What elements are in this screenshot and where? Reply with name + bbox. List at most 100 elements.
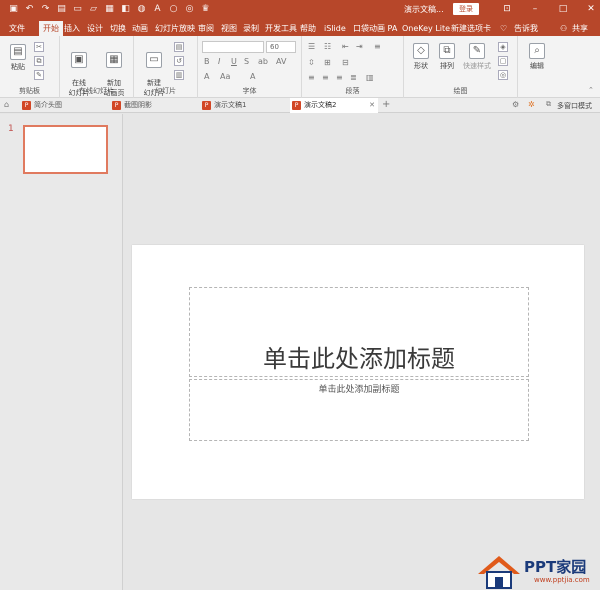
quick-styles-button[interactable]: ✎ 快速样式 xyxy=(460,43,494,71)
print-icon[interactable]: ▦ xyxy=(104,3,115,15)
new-icon[interactable]: ▭ xyxy=(72,3,83,15)
tab-new-tab[interactable]: 新建选项卡 xyxy=(451,21,491,36)
doc-tab[interactable]: P 截图阴影 xyxy=(110,98,198,113)
house-logo-icon xyxy=(478,556,520,589)
crown-icon[interactable]: ♛ xyxy=(200,3,211,15)
collapse-ribbon-icon[interactable]: ⌃ xyxy=(588,86,594,94)
share-button[interactable]: 共享 xyxy=(572,21,588,36)
align-center-icon[interactable]: ≡ xyxy=(322,73,329,82)
cut-icon[interactable]: ✂ xyxy=(34,42,44,52)
line-spacing-icon[interactable]: ≡ xyxy=(374,42,381,51)
ribbon-display-icon[interactable]: ⊡ xyxy=(500,3,514,15)
shapes-button[interactable]: ◇ 形状 xyxy=(408,43,434,71)
quick-styles-icon: ✎ xyxy=(469,43,485,59)
shape-outline-icon[interactable]: ▢ xyxy=(498,56,508,66)
online-slides-icon: ▣ xyxy=(71,52,87,68)
tab-view[interactable]: 视图 xyxy=(221,21,237,36)
format-icon[interactable]: ◎ xyxy=(184,3,195,15)
font-size-field[interactable]: 60 xyxy=(266,41,296,53)
text-icon[interactable]: A xyxy=(152,3,163,15)
slide-thumbnail[interactable] xyxy=(23,125,108,174)
new-tab-icon[interactable]: + xyxy=(382,99,390,110)
presenter-icon[interactable]: ▤ xyxy=(56,3,67,15)
arrange-button[interactable]: ⧉ 排列 xyxy=(434,43,460,71)
justify-icon[interactable]: ≣ xyxy=(350,73,357,82)
title-placeholder[interactable]: 单击此处添加标题 xyxy=(189,287,529,377)
increase-indent-icon[interactable]: ⇥ xyxy=(356,42,363,51)
editing-button[interactable]: ⌕ 编辑 xyxy=(524,43,550,71)
window-controls: ⊡ – □ ✕ xyxy=(500,3,598,15)
maximize-icon[interactable]: □ xyxy=(556,3,570,15)
tab-record[interactable]: 录制 xyxy=(243,21,259,36)
document-tabs: ⌂ P 简介头图 P 截图阴影 P 演示文稿1 P 演示文稿2 ✕ + ⚙ ✲ … xyxy=(0,98,600,113)
share-icon[interactable]: ⚇ xyxy=(560,21,567,36)
change-case-button[interactable]: Aa xyxy=(220,72,230,81)
grow-font-button[interactable]: A xyxy=(250,72,255,81)
char-spacing-button[interactable]: AV xyxy=(276,57,286,66)
tell-me[interactable]: 告诉我 xyxy=(514,21,538,36)
subtitle-placeholder[interactable]: 单击此处添加副标题 xyxy=(189,379,529,441)
bold-button[interactable]: B xyxy=(204,57,210,66)
text-direction-icon[interactable]: ⇳ xyxy=(308,58,315,67)
close-tab-icon[interactable]: ✕ xyxy=(369,98,375,113)
doc-tab[interactable]: P 简介头图 xyxy=(20,98,108,113)
align-right-icon[interactable]: ≡ xyxy=(336,73,343,82)
slide-canvas[interactable]: 单击此处添加标题 单击此处添加副标题 xyxy=(132,245,584,499)
decrease-indent-icon[interactable]: ⇤ xyxy=(342,42,349,51)
font-color-button[interactable]: A xyxy=(204,72,209,81)
numbering-icon[interactable]: ☷ xyxy=(324,42,331,51)
doc-tab[interactable]: P 演示文稿1 xyxy=(200,98,288,113)
doc-tab-active[interactable]: P 演示文稿2 ✕ xyxy=(290,98,378,113)
group-drawing: ◇ 形状 ⧉ 排列 ✎ 快速样式 ◈ ▢ ◎ 绘图 xyxy=(404,36,518,98)
tab-pocket-animation[interactable]: 口袋动画 PA xyxy=(353,21,397,36)
tab-transitions[interactable]: 切换 xyxy=(110,21,126,36)
smartart-icon[interactable]: ⊟ xyxy=(342,58,349,67)
tab-islide[interactable]: iSlide xyxy=(324,21,346,36)
minimize-icon[interactable]: – xyxy=(528,3,542,15)
quick-access-toolbar: ▣ ↶ ↷ ▤ ▭ ▱ ▦ ◧ ◍ A ○ ◎ ♛ xyxy=(8,3,211,15)
shape-fill-icon[interactable]: ◈ xyxy=(498,42,508,52)
close-icon[interactable]: ✕ xyxy=(584,3,598,15)
multi-window-label[interactable]: 多窗口模式 xyxy=(557,101,592,111)
fill-icon[interactable]: ◍ xyxy=(136,3,147,15)
tab-slideshow[interactable]: 幻灯片放映 xyxy=(155,21,195,36)
align-text-icon[interactable]: ⊞ xyxy=(324,58,331,67)
reset-icon[interactable]: ↺ xyxy=(174,56,184,66)
shadow-button[interactable]: ab xyxy=(258,57,268,66)
tab-onekey-lite[interactable]: OneKey Lite xyxy=(402,21,450,36)
tab-help[interactable]: 帮助 xyxy=(300,21,316,36)
login-button[interactable]: 登录 xyxy=(453,3,479,15)
lightbulb-icon[interactable]: ♡ xyxy=(500,21,507,36)
columns-icon[interactable]: ▥ xyxy=(366,73,374,82)
layout-icon[interactable]: ▤ xyxy=(174,42,184,52)
tab-settings-icon[interactable]: ⚙ xyxy=(512,100,519,109)
strikethrough-button[interactable]: S xyxy=(244,57,249,66)
font-name-field[interactable] xyxy=(202,41,264,53)
align-left-icon[interactable]: ≡ xyxy=(308,73,315,82)
copy-icon[interactable]: ⧉ xyxy=(34,56,44,66)
format-painter-icon[interactable]: ✎ xyxy=(34,70,44,80)
paste-button[interactable]: ▤ 粘贴 xyxy=(5,44,31,72)
tab-animations[interactable]: 动画 xyxy=(132,21,148,36)
home-tab-icon[interactable]: ⌂ xyxy=(4,100,9,109)
shape-icon[interactable]: ◧ xyxy=(120,3,131,15)
undo-icon[interactable]: ↶ xyxy=(24,3,35,15)
tab-review[interactable]: 审阅 xyxy=(198,21,214,36)
tab-file[interactable]: 文件 xyxy=(9,21,25,36)
multi-window-icon[interactable]: ⧉ xyxy=(546,100,551,109)
shape-effects-icon[interactable]: ◎ xyxy=(498,70,508,80)
bullets-icon[interactable]: ☰ xyxy=(308,42,315,51)
save-icon[interactable]: ▣ xyxy=(8,3,19,15)
tab-home[interactable]: 开始 xyxy=(39,21,63,36)
circle-icon[interactable]: ○ xyxy=(168,3,179,15)
underline-button[interactable]: U xyxy=(231,57,237,66)
redo-icon[interactable]: ↷ xyxy=(40,3,51,15)
italic-button[interactable]: I xyxy=(218,57,220,66)
tab-design[interactable]: 设计 xyxy=(87,21,103,36)
tab-insert[interactable]: 插入 xyxy=(64,21,80,36)
section-icon[interactable]: ▥ xyxy=(174,70,184,80)
gear-icon[interactable]: ✲ xyxy=(528,100,535,109)
open-icon[interactable]: ▱ xyxy=(88,3,99,15)
tab-developer[interactable]: 开发工具 xyxy=(265,21,297,36)
doc-tab-label: 演示文稿2 xyxy=(304,101,337,109)
